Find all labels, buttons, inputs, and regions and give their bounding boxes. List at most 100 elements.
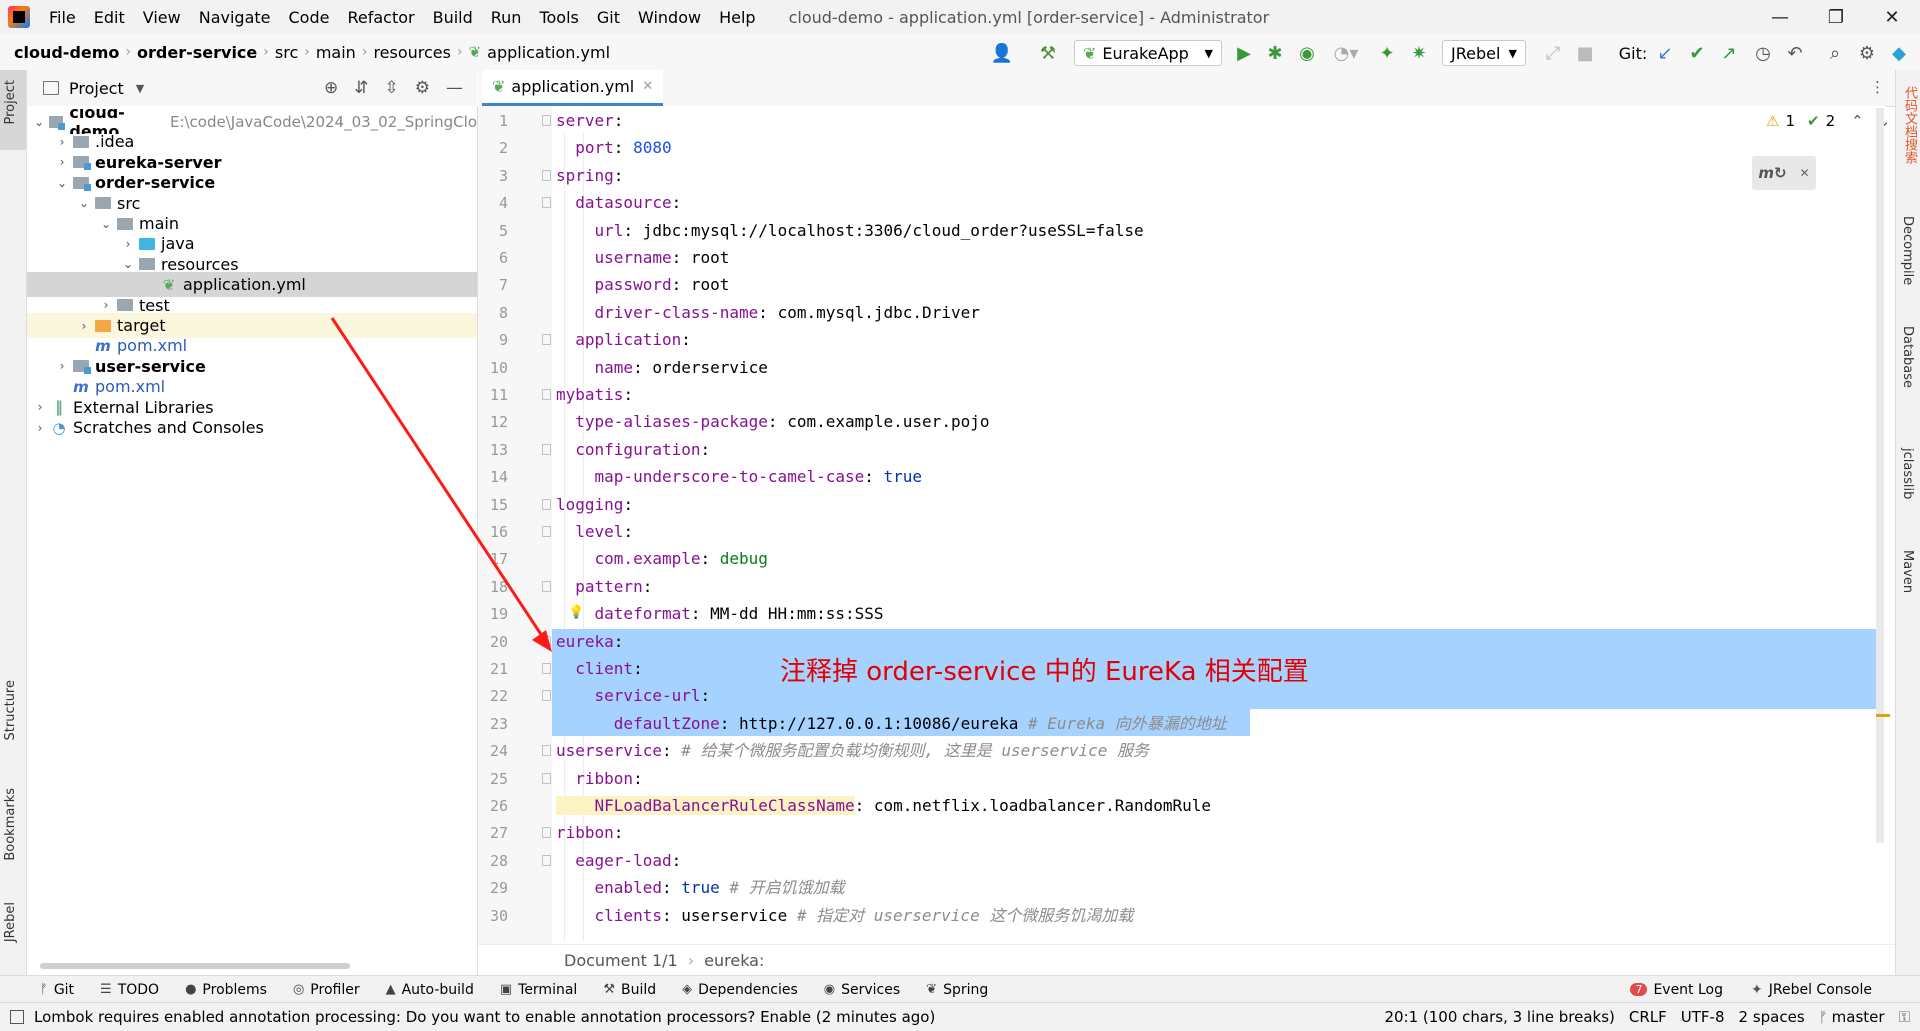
chevron-down-icon[interactable]: ▼ bbox=[136, 82, 144, 95]
status-toggle-icon[interactable] bbox=[10, 1010, 24, 1024]
menu-run[interactable]: Run bbox=[482, 8, 531, 27]
menu-file[interactable]: File bbox=[40, 8, 85, 27]
fold-marker-icon[interactable] bbox=[542, 854, 551, 866]
profiler-tool-button[interactable]: ◎ Profiler bbox=[293, 982, 360, 998]
breadcrumb-item[interactable]: main bbox=[310, 43, 362, 62]
chevron-up-icon[interactable]: ⌃ bbox=[1851, 112, 1864, 130]
menu-code[interactable]: Code bbox=[280, 8, 339, 27]
horizontal-scrollbar[interactable] bbox=[40, 963, 350, 969]
menu-window[interactable]: Window bbox=[629, 8, 710, 27]
chevron-down-icon[interactable]: ⌄ bbox=[33, 115, 45, 129]
menu-build[interactable]: Build bbox=[424, 8, 482, 27]
close-tab-icon[interactable]: ✕ bbox=[642, 79, 653, 94]
toolbox-icon[interactable]: ◆ bbox=[1886, 40, 1912, 66]
problems-tool-button[interactable]: ● Problems bbox=[185, 982, 267, 998]
dependencies-tool-button[interactable]: ◈ Dependencies bbox=[682, 982, 798, 998]
fold-marker-icon[interactable] bbox=[542, 197, 551, 209]
chevron-right-icon[interactable]: › bbox=[55, 359, 69, 373]
build-tool-button[interactable]: ⚒ Build bbox=[603, 982, 656, 998]
git-push-icon[interactable]: ↗ bbox=[1716, 40, 1742, 66]
jrebel-console-button[interactable]: JRebel Console bbox=[1769, 982, 1872, 998]
file-encoding[interactable]: UTF-8 bbox=[1681, 1008, 1725, 1026]
collapse-all-icon[interactable]: ⇳ bbox=[385, 78, 399, 98]
stop-icon[interactable]: ■ bbox=[1572, 40, 1598, 66]
expand-all-icon[interactable]: ⇵ bbox=[354, 78, 368, 98]
chevron-down-icon[interactable]: ⌄ bbox=[99, 217, 113, 231]
menu-git[interactable]: Git bbox=[588, 8, 629, 27]
chevron-right-icon[interactable]: › bbox=[33, 400, 47, 414]
close-window-button[interactable]: ✕ bbox=[1864, 0, 1920, 34]
breadcrumb-item[interactable]: src bbox=[269, 43, 304, 62]
breadcrumb-key[interactable]: eureka: bbox=[704, 951, 764, 970]
line-separator[interactable]: CRLF bbox=[1629, 1008, 1667, 1026]
attach-icon[interactable]: ⤢ bbox=[1540, 40, 1566, 66]
git-update-icon[interactable]: ↙ bbox=[1652, 40, 1678, 66]
decompile-tool-tab[interactable]: Decompile bbox=[1900, 216, 1915, 285]
tab-application-yml[interactable]: ❦ application.yml ✕ bbox=[482, 70, 664, 106]
coverage-icon[interactable]: ◉ bbox=[1294, 40, 1320, 66]
menu-edit[interactable]: Edit bbox=[85, 8, 134, 27]
database-tool-tab[interactable]: Database bbox=[1900, 326, 1915, 388]
breadcrumb-item[interactable]: application.yml bbox=[481, 43, 616, 62]
user-icon[interactable]: 👤 bbox=[985, 40, 1019, 66]
jrebel-run-icon[interactable]: ✦ bbox=[1374, 40, 1400, 66]
menu-view[interactable]: View bbox=[134, 8, 190, 27]
intention-bulb-icon[interactable]: 💡 bbox=[568, 605, 584, 620]
jrebel-config-select[interactable]: JRebel ▼ bbox=[1442, 40, 1526, 66]
todo-tool-button[interactable]: ☰ TODO bbox=[100, 982, 159, 998]
run-config-select[interactable]: ❦ EurakeApp ▼ bbox=[1074, 40, 1222, 66]
chevron-down-icon[interactable]: ⌄ bbox=[77, 196, 91, 210]
breadcrumb-item[interactable]: resources bbox=[367, 43, 457, 62]
cursor-position[interactable]: 20:1 (100 chars, 3 line breaks) bbox=[1384, 1008, 1614, 1026]
hide-panel-icon[interactable]: — bbox=[446, 78, 463, 98]
menu-refactor[interactable]: Refactor bbox=[338, 8, 423, 27]
rollback-icon[interactable]: ↶ bbox=[1782, 40, 1808, 66]
git-branch[interactable]: master bbox=[1832, 1008, 1885, 1026]
code-editor[interactable]: server: port: 8080 spring: datasource: ur… bbox=[552, 106, 1886, 944]
project-panel-title[interactable]: Project bbox=[69, 79, 124, 98]
spring-tool-button[interactable]: ❦ Spring bbox=[926, 982, 988, 998]
chevron-right-icon[interactable]: › bbox=[33, 421, 47, 435]
debug-icon[interactable]: ✱ bbox=[1262, 40, 1288, 66]
services-tool-button[interactable]: ◉ Services bbox=[824, 982, 900, 998]
fold-marker-icon[interactable] bbox=[542, 772, 551, 784]
build-hammer-icon[interactable]: ⚒ bbox=[1035, 40, 1061, 66]
fold-marker-icon[interactable] bbox=[542, 169, 551, 181]
inspection-widget[interactable]: ⚠ 1 ✔ 2 ⌃ ⌄ bbox=[1766, 112, 1890, 130]
maven-reload-popup[interactable]: m↻ ✕ bbox=[1752, 156, 1816, 190]
run-icon[interactable]: ▶ bbox=[1233, 40, 1255, 66]
chevron-right-icon[interactable]: › bbox=[99, 298, 113, 312]
chevron-right-icon[interactable]: › bbox=[55, 155, 69, 169]
document-indicator[interactable]: Document 1/1 bbox=[564, 951, 678, 970]
search-icon[interactable]: ⌕ bbox=[1822, 40, 1848, 66]
restore-button[interactable]: ❐ bbox=[1808, 0, 1864, 34]
event-log-button[interactable]: Event Log bbox=[1653, 982, 1723, 998]
chevron-right-icon[interactable]: › bbox=[77, 319, 91, 333]
vertical-scrollbar[interactable] bbox=[1876, 108, 1884, 843]
history-icon[interactable]: ◷ bbox=[1750, 40, 1776, 66]
auto-build-tool-button[interactable]: ▲ Auto-build bbox=[386, 982, 474, 998]
menu-tools[interactable]: Tools bbox=[530, 8, 587, 27]
minimize-button[interactable]: — bbox=[1752, 0, 1808, 34]
chevron-down-icon[interactable]: ⌄ bbox=[121, 257, 135, 271]
indent-setting[interactable]: 2 spaces bbox=[1739, 1008, 1805, 1026]
profile-icon[interactable]: ◔▾ bbox=[1326, 40, 1366, 66]
settings-gear-icon[interactable]: ⚙ bbox=[415, 78, 430, 98]
chevron-right-icon[interactable]: › bbox=[55, 135, 69, 149]
fold-marker-icon[interactable] bbox=[542, 745, 551, 757]
lock-icon[interactable]: ⚿ bbox=[1899, 1008, 1910, 1026]
jclasslib-tool-tab[interactable]: jclasslib bbox=[1900, 448, 1915, 499]
git-commit-icon[interactable]: ✔ bbox=[1684, 40, 1710, 66]
structure-tool-tab[interactable]: Structure bbox=[3, 680, 18, 740]
breadcrumb-item[interactable]: cloud-demo bbox=[8, 43, 125, 62]
status-message[interactable]: Lombok requires enabled annotation proce… bbox=[34, 1008, 935, 1026]
fold-marker-icon[interactable] bbox=[542, 115, 551, 126]
menu-help[interactable]: Help bbox=[710, 8, 764, 27]
code-doc-search-tool-tab[interactable]: 代码文档搜索 bbox=[1900, 86, 1919, 164]
git-tool-button[interactable]: ᚠ Git bbox=[40, 982, 74, 998]
fold-marker-icon[interactable] bbox=[542, 827, 551, 839]
fold-marker-icon[interactable] bbox=[542, 690, 551, 702]
jrebel-debug-icon[interactable]: ✷ bbox=[1406, 40, 1432, 66]
chevron-right-icon[interactable]: › bbox=[121, 237, 135, 251]
locate-icon[interactable]: ⊕ bbox=[324, 78, 338, 98]
